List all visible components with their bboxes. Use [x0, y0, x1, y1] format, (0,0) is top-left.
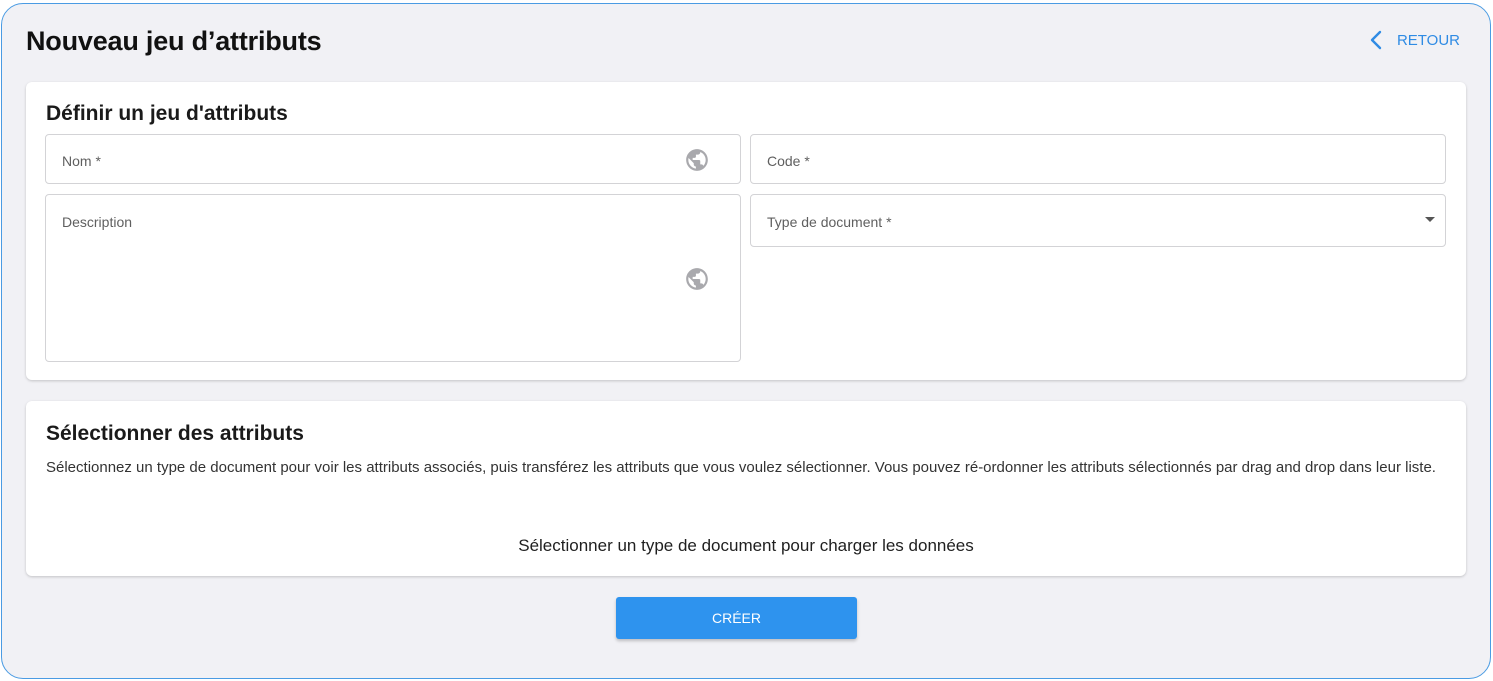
globe-icon[interactable] [684, 266, 710, 292]
app-window: Nouveau jeu d’attributs RETOUR Définir u… [1, 3, 1491, 679]
empty-state-message: Sélectionner un type de document pour ch… [518, 536, 974, 555]
define-attribute-set-card: Définir un jeu d'attributs Nom * Code * … [26, 82, 1466, 380]
name-field[interactable]: Nom * [45, 134, 741, 184]
name-field-label: Nom * [62, 153, 101, 169]
document-type-label: Type de document * [767, 214, 892, 230]
select-section-title: Sélectionner des attributs [46, 422, 304, 445]
description-field-label: Description [62, 214, 133, 230]
globe-icon[interactable] [684, 147, 710, 173]
create-button[interactable]: CRÉER [616, 597, 857, 639]
select-attributes-card: Sélectionner des attributs Sélectionnez … [26, 401, 1466, 576]
define-section-title: Définir un jeu d'attributs [46, 102, 288, 125]
select-section-description: Sélectionnez un type de document pour vo… [46, 459, 1436, 476]
chevron-left-icon [1369, 30, 1383, 50]
document-type-select[interactable]: Type de document * [750, 194, 1446, 247]
back-button-label: RETOUR [1396, 31, 1460, 49]
caret-down-icon[interactable] [1425, 217, 1435, 222]
back-button[interactable]: RETOUR [1369, 30, 1460, 50]
description-field[interactable]: Description [45, 194, 741, 362]
code-field-label: Code * [767, 153, 810, 169]
code-field[interactable]: Code * [750, 134, 1446, 184]
page-title: Nouveau jeu d’attributs [26, 26, 322, 56]
